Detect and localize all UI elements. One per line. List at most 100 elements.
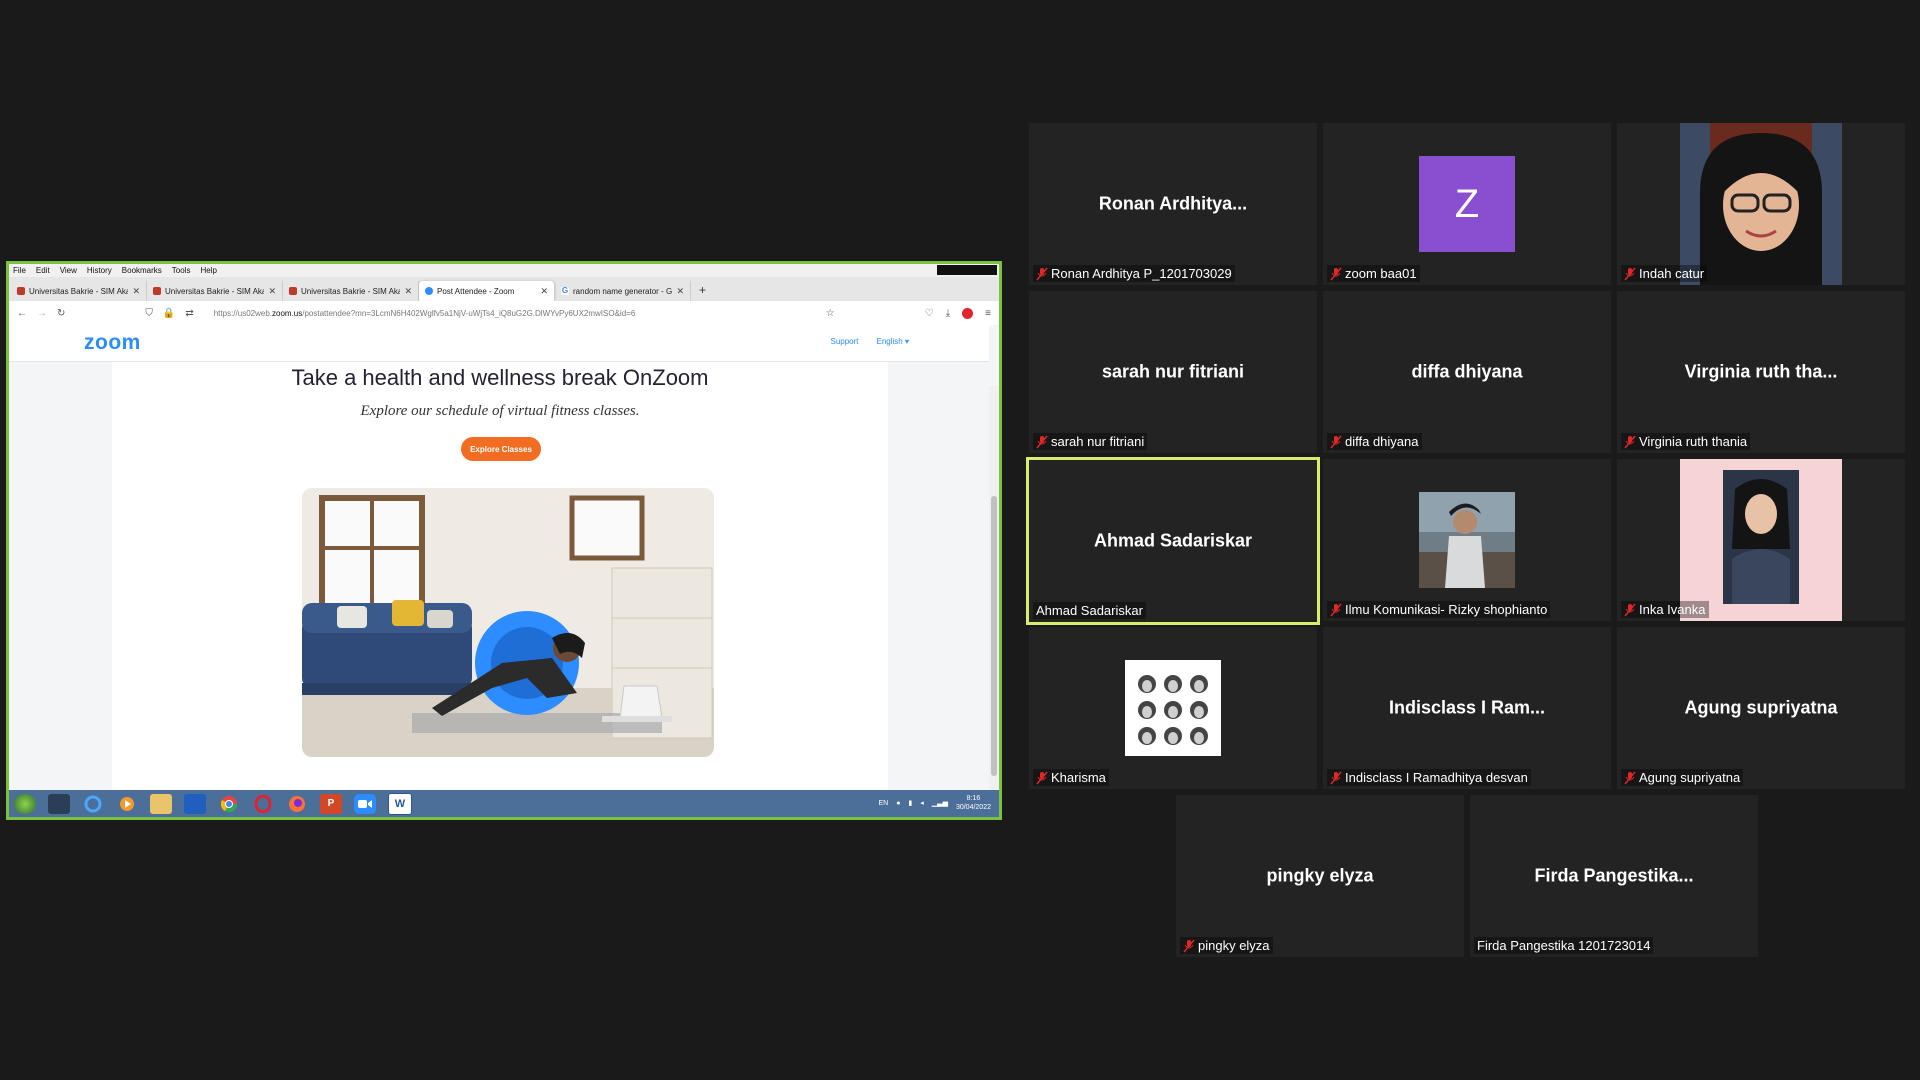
new-tab-button[interactable]: + (691, 283, 714, 301)
google-favicon-icon: G (561, 286, 569, 295)
forward-arrow-icon[interactable]: → (37, 308, 47, 319)
participant-photo (1125, 660, 1221, 756)
menu-view[interactable]: View (60, 266, 77, 275)
mic-muted-icon (1624, 603, 1636, 616)
zoom-webpage: zoom Support English ▾ Take a health and… (9, 325, 999, 793)
participant-tile[interactable]: sarah nur fitriani sarah nur fitriani (1029, 291, 1317, 453)
participant-display-name: sarah nur fitriani (1101, 361, 1245, 382)
participant-nameplate: Ahmad Sadariskar (1033, 602, 1146, 619)
help-icon[interactable]: ● (896, 800, 900, 807)
opera-icon[interactable] (252, 794, 274, 814)
lock-icon: 🔒 (162, 307, 176, 319)
participant-nameplate: Ilmu Komunikasi- Rizky shophianto (1327, 601, 1551, 618)
participant-tile[interactable]: diffa dhiyana diffa dhiyana (1323, 291, 1611, 453)
windows-taskbar: P W EN ● ▮ ◂ ▁▃▅ 8:16 30/04/2022 (9, 790, 999, 817)
close-icon[interactable]: ✕ (540, 286, 548, 297)
scrollbar-thumb[interactable] (991, 496, 997, 776)
system-clock[interactable]: 8:16 30/04/2022 (956, 794, 991, 812)
start-button-icon[interactable] (14, 793, 36, 814)
mic-muted-icon (1036, 435, 1048, 448)
participant-label: Firda Pangestika 1201723014 (1477, 938, 1651, 953)
reload-icon[interactable]: ↻ (57, 308, 65, 319)
participant-avatar (1419, 492, 1515, 588)
browser-tab[interactable]: Universitas Bakrie - SIM Akade ✕ (147, 281, 283, 301)
menu-history[interactable]: History (87, 266, 112, 275)
mic-muted-icon (1330, 435, 1342, 448)
word-icon[interactable]: W (388, 792, 412, 815)
participant-nameplate: Virginia ruth thania (1621, 433, 1751, 450)
clock-time: 8:16 (966, 795, 981, 802)
participant-label: Inka Ivanka (1639, 602, 1706, 617)
page-scrollbar[interactable] (989, 386, 999, 793)
close-icon[interactable]: ✕ (404, 286, 412, 297)
participant-tile[interactable]: Inka Ivanka (1617, 459, 1905, 621)
browser-tabstrip: Universitas Bakrie - SIM Akade ✕ Univers… (9, 277, 999, 301)
participant-tile-active-speaker[interactable]: Ahmad Sadariskar Ahmad Sadariskar (1026, 457, 1320, 625)
close-icon[interactable]: ✕ (268, 286, 276, 297)
menu-tools[interactable]: Tools (172, 266, 191, 275)
participant-tile[interactable]: Virginia ruth tha... Virginia ruth thani… (1617, 291, 1905, 453)
adblock-icon[interactable] (962, 307, 974, 319)
participant-tile[interactable]: Firda Pangestika... Firda Pangestika 120… (1470, 795, 1758, 957)
close-icon[interactable]: ✕ (132, 286, 140, 297)
browser-tab-active[interactable]: Post Attendee - Zoom ✕ (419, 281, 555, 301)
participant-tile[interactable]: Indah catur (1617, 123, 1905, 285)
pocket-icon[interactable]: ♡ (925, 308, 934, 319)
browser-navbar: ← → ↻ ⛉ 🔒 ⇄ https://us02web.zoom.us/post… (9, 301, 999, 326)
participant-tile[interactable]: Kharisma (1029, 627, 1317, 789)
language-dropdown[interactable]: English ▾ (877, 337, 909, 346)
zoom-header: zoom Support English ▾ (9, 325, 989, 362)
menu-help[interactable]: Help (200, 266, 216, 275)
file-explorer-icon[interactable] (150, 793, 172, 814)
language-indicator[interactable]: EN (878, 800, 888, 807)
browser-tab[interactable]: Universitas Bakrie - SIM Akade ✕ (11, 281, 147, 301)
support-link[interactable]: Support (830, 337, 858, 346)
volume-icon[interactable]: ◂ (920, 799, 924, 807)
signal-icon[interactable]: ▁▃▅ (932, 799, 948, 807)
close-icon[interactable]: ✕ (676, 286, 684, 297)
internet-explorer-icon[interactable] (82, 794, 104, 814)
participant-tile[interactable]: pingky elyza pingky elyza (1176, 795, 1464, 957)
participant-tile[interactable]: Indisclass I Ram... Indisclass I Ramadhi… (1323, 627, 1611, 789)
participant-tile[interactable]: Z zoom baa01 (1323, 123, 1611, 285)
participant-nameplate: Agung supriyatna (1621, 769, 1744, 786)
window-app-icon[interactable] (184, 793, 206, 814)
participant-label: zoom baa01 (1345, 266, 1417, 281)
chrome-icon[interactable] (218, 794, 240, 814)
url-bar[interactable]: https://us02web.zoom.us/postattendee?mn=… (214, 309, 816, 318)
browser-tab[interactable]: Universitas Bakrie - SIM Akade ✕ (283, 281, 419, 301)
menu-bookmarks[interactable]: Bookmarks (122, 266, 162, 275)
hamburger-menu-icon[interactable]: ≡ (985, 308, 991, 319)
window-controls[interactable] (937, 265, 997, 275)
participant-tile[interactable]: Ilmu Komunikasi- Rizky shophianto (1323, 459, 1611, 621)
firefox-icon[interactable] (286, 794, 308, 814)
participant-nameplate: pingky elyza (1180, 937, 1273, 954)
participant-label: Virginia ruth thania (1639, 434, 1748, 449)
shield-favicon-icon (17, 287, 25, 295)
participant-label: Ronan Ardhitya P_1201703029 (1051, 266, 1232, 281)
shield-favicon-icon (153, 287, 161, 295)
media-player-icon[interactable] (116, 794, 138, 814)
bookmark-star-icon[interactable]: ☆ (826, 308, 835, 319)
mic-muted-icon (1624, 435, 1636, 448)
network-icon[interactable]: ▮ (908, 799, 912, 807)
menu-edit[interactable]: Edit (36, 266, 50, 275)
app-icon[interactable] (48, 793, 70, 814)
fitness-illustration (302, 488, 714, 757)
zoom-logo[interactable]: zoom (84, 331, 141, 355)
participant-tile[interactable]: Agung supriyatna Agung supriyatna (1617, 627, 1905, 789)
download-icon[interactable]: ⤓ (946, 308, 950, 319)
browser-tab[interactable]: G random name generator - Goo ✕ (555, 281, 691, 301)
zoom-app-icon[interactable] (354, 793, 376, 814)
menu-file[interactable]: File (13, 266, 26, 275)
participant-nameplate: Inka Ivanka (1621, 601, 1709, 618)
back-arrow-icon[interactable]: ← (17, 308, 27, 319)
shield-favicon-icon (289, 287, 297, 295)
participant-tile[interactable]: Ronan Ardhitya... Ronan Ardhitya P_12017… (1029, 123, 1317, 285)
system-tray: EN ● ▮ ◂ ▁▃▅ 8:16 30/04/2022 (878, 794, 991, 812)
participant-nameplate: Indisclass I Ramadhitya desvan (1327, 769, 1531, 786)
powerpoint-icon[interactable]: P (320, 793, 342, 814)
mic-muted-icon (1036, 267, 1048, 280)
participant-display-name: diffa dhiyana (1411, 361, 1523, 382)
explore-classes-button[interactable]: Explore Classes (461, 437, 541, 461)
